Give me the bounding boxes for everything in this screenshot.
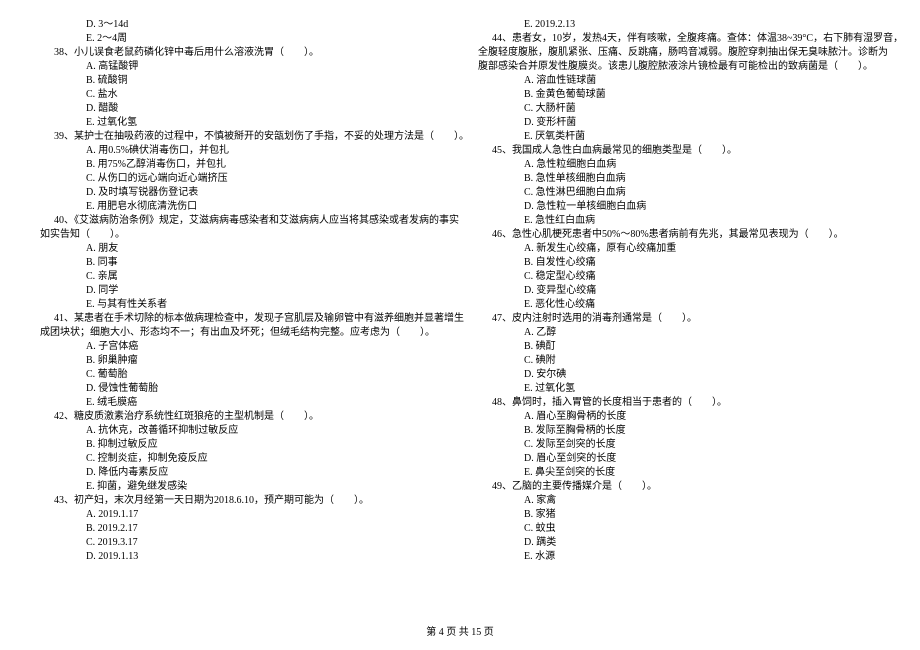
option: E. 抑菌，避免继发感染 xyxy=(40,480,442,494)
option: B. 发际至胸骨柄的长度 xyxy=(478,424,880,438)
option: E. 恶化性心绞痛 xyxy=(478,298,880,312)
option: D. 眉心至剑突的长度 xyxy=(478,452,880,466)
option: B. 抑制过敏反应 xyxy=(40,438,442,452)
option: D. 急性粒一单核细胞白血病 xyxy=(478,200,880,214)
question-stem: 41、某患者在手术切除的标本做病理检查中，发现子宫肌层及输卵管中有滋养细胞并显著… xyxy=(40,312,442,326)
option: A. 抗休克，改善循环抑制过敏反应 xyxy=(40,424,442,438)
option: E. 2～4周 xyxy=(40,32,442,46)
option: E. 2019.2.13 xyxy=(478,18,880,32)
question-stem-cont: 全腹轻度腹胀，腹肌紧张、压痛、反跳痛，肠鸣音减弱。腹腔穿刺抽出保无臭味脓汁。诊断… xyxy=(478,46,880,60)
page-footer: 第 4 页 共 15 页 xyxy=(0,623,920,638)
question-stem: 42、糖皮质激素治疗系统性红斑狼疮的主型机制是（ ）。 xyxy=(40,410,442,424)
question-stem: 45、我国成人急性白血病最常见的细胞类型是（ ）。 xyxy=(478,144,880,158)
option: B. 卵巢肿瘤 xyxy=(40,354,442,368)
option: E. 厌氧类杆菌 xyxy=(478,130,880,144)
option: D. 侵蚀性葡萄胎 xyxy=(40,382,442,396)
option: D. 降低内毒素反应 xyxy=(40,466,442,480)
option: B. 用75%乙醇消毒伤口，并包扎 xyxy=(40,158,442,172)
question-stem: 39、某护士在抽吸药液的过程中，不慎被掰开的安瓿划伤了手指，不妥的处理方法是（ … xyxy=(40,130,442,144)
option: C. 2019.3.17 xyxy=(40,536,442,550)
option: C. 急性淋巴细胞白血病 xyxy=(478,186,880,200)
question-stem: 48、鼻饲时，插入胃管的长度相当于患者的（ ）。 xyxy=(478,396,880,410)
option: A. 新发生心绞痛，原有心绞痛加重 xyxy=(478,242,880,256)
option: C. 从伤口的远心端向近心端挤压 xyxy=(40,172,442,186)
option: A. 高锰酸钾 xyxy=(40,60,442,74)
option: A. 眉心至胸骨柄的长度 xyxy=(478,410,880,424)
question-stem-cont: 腹部感染合并原发性腹膜炎。该患儿腹腔脓液涂片镜检最有可能检出的致病菌是（ ）。 xyxy=(478,60,880,74)
option: E. 过氧化氢 xyxy=(478,382,880,396)
option: A. 用0.5%碘伏消毒伤口，并包扎 xyxy=(40,144,442,158)
question-stem-cont: 成团块状；细胞大小、形态均不一；有出血及坏死；但绒毛结构完整。应考虑为（ ）。 xyxy=(40,326,442,340)
option: D. 变异型心绞痛 xyxy=(478,284,880,298)
option: C. 碘附 xyxy=(478,354,880,368)
question-stem: 44、患者女，10岁，发热4天，伴有咳嗽，全腹疼痛。查体：体温38~39°C，右… xyxy=(478,32,880,46)
question-stem: 43、初产妇，末次月经第一天日期为2018.6.10，预产期可能为（ ）。 xyxy=(40,494,442,508)
option: A. 朋友 xyxy=(40,242,442,256)
option: C. 发际至剑突的长度 xyxy=(478,438,880,452)
question-stem-cont: 如实告知（ ）。 xyxy=(40,228,442,242)
option: C. 亲属 xyxy=(40,270,442,284)
option: D. 变形杆菌 xyxy=(478,116,880,130)
option: B. 2019.2.17 xyxy=(40,522,442,536)
question-stem: 40、《艾滋病防治条例》规定，艾滋病病毒感染者和艾滋病病人应当将其感染或者发病的… xyxy=(40,214,442,228)
option: C. 大肠杆菌 xyxy=(478,102,880,116)
question-stem: 38、小儿误食老鼠药磷化锌中毒后用什么溶液洗胃（ ）。 xyxy=(40,46,442,60)
option: D. 蹒类 xyxy=(478,536,880,550)
option: C. 葡萄胎 xyxy=(40,368,442,382)
option: C. 蚊虫 xyxy=(478,522,880,536)
option: C. 稳定型心绞痛 xyxy=(478,270,880,284)
option: E. 绒毛膜癌 xyxy=(40,396,442,410)
option: D. 醋酸 xyxy=(40,102,442,116)
option: E. 鼻尖至剑突的长度 xyxy=(478,466,880,480)
option: B. 自发性心绞痛 xyxy=(478,256,880,270)
option: D. 及时填写锐器伤登记表 xyxy=(40,186,442,200)
option: D. 安尔碘 xyxy=(478,368,880,382)
option: A. 家禽 xyxy=(478,494,880,508)
option: A. 子宫体癌 xyxy=(40,340,442,354)
option: E. 用肥皂水彻底清洗伤口 xyxy=(40,200,442,214)
option: B. 家猪 xyxy=(478,508,880,522)
option: B. 金黄色葡萄球菌 xyxy=(478,88,880,102)
question-stem: 49、乙脑的主要传播媒介是（ ）。 xyxy=(478,480,880,494)
option: B. 急性单核细胞白血病 xyxy=(478,172,880,186)
option: E. 过氧化氢 xyxy=(40,116,442,130)
option: B. 同事 xyxy=(40,256,442,270)
option: A. 2019.1.17 xyxy=(40,508,442,522)
option: D. 同学 xyxy=(40,284,442,298)
option: B. 碘酊 xyxy=(478,340,880,354)
option: A. 溶血性链球菌 xyxy=(478,74,880,88)
question-stem: 46、急性心肌梗死患者中50%～80%患者病前有先兆，其最常见表现为（ ）。 xyxy=(478,228,880,242)
option: B. 硫酸铜 xyxy=(40,74,442,88)
question-stem: 47、皮内注射时选用的消毒剂通常是（ ）。 xyxy=(478,312,880,326)
option: A. 急性粒细胞白血病 xyxy=(478,158,880,172)
option: E. 水源 xyxy=(478,550,880,564)
option: D. 3～14d xyxy=(40,18,442,32)
option: E. 急性红白血病 xyxy=(478,214,880,228)
option: C. 盐水 xyxy=(40,88,442,102)
option: A. 乙醇 xyxy=(478,326,880,340)
option: D. 2019.1.13 xyxy=(40,550,442,564)
option: E. 与其有性关系者 xyxy=(40,298,442,312)
option: C. 控制炎症，抑制免疫反应 xyxy=(40,452,442,466)
